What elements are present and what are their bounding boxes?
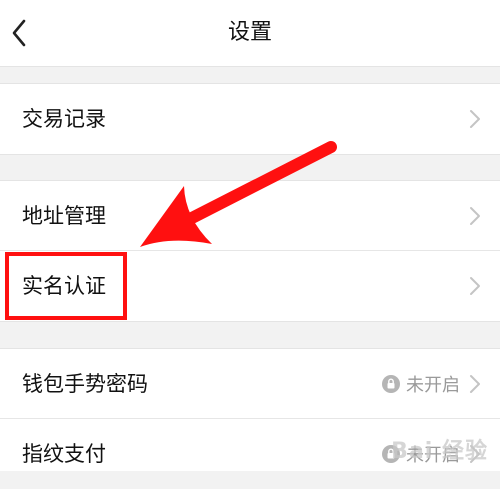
section-divider — [0, 154, 500, 155]
menu-item-gesture-password[interactable]: 钱包手势密码 未开启 — [0, 349, 500, 419]
lock-icon — [382, 375, 400, 393]
menu-item-address[interactable]: 地址管理 — [0, 181, 500, 251]
watermark: Bai 经验 — [391, 439, 488, 464]
highlight-box — [5, 252, 127, 320]
menu-item-label: 指纹支付 — [22, 442, 106, 466]
chevron-right-icon — [470, 375, 480, 393]
page-title: 设置 — [227, 20, 272, 45]
section-divider — [0, 321, 500, 322]
chevron-right-icon — [470, 277, 480, 295]
gesture-status: 未开启 — [382, 349, 460, 419]
chevron-right-icon — [470, 207, 480, 225]
nav-bar: 设置 — [0, 0, 500, 67]
menu-item-label: 交易记录 — [22, 107, 106, 131]
menu-item-transactions[interactable]: 交易记录 — [0, 84, 500, 154]
chevron-right-icon — [470, 110, 480, 128]
menu-item-label: 地址管理 — [22, 204, 106, 228]
menu-item-label: 钱包手势密码 — [22, 372, 148, 396]
status-text: 未开启 — [406, 375, 460, 396]
